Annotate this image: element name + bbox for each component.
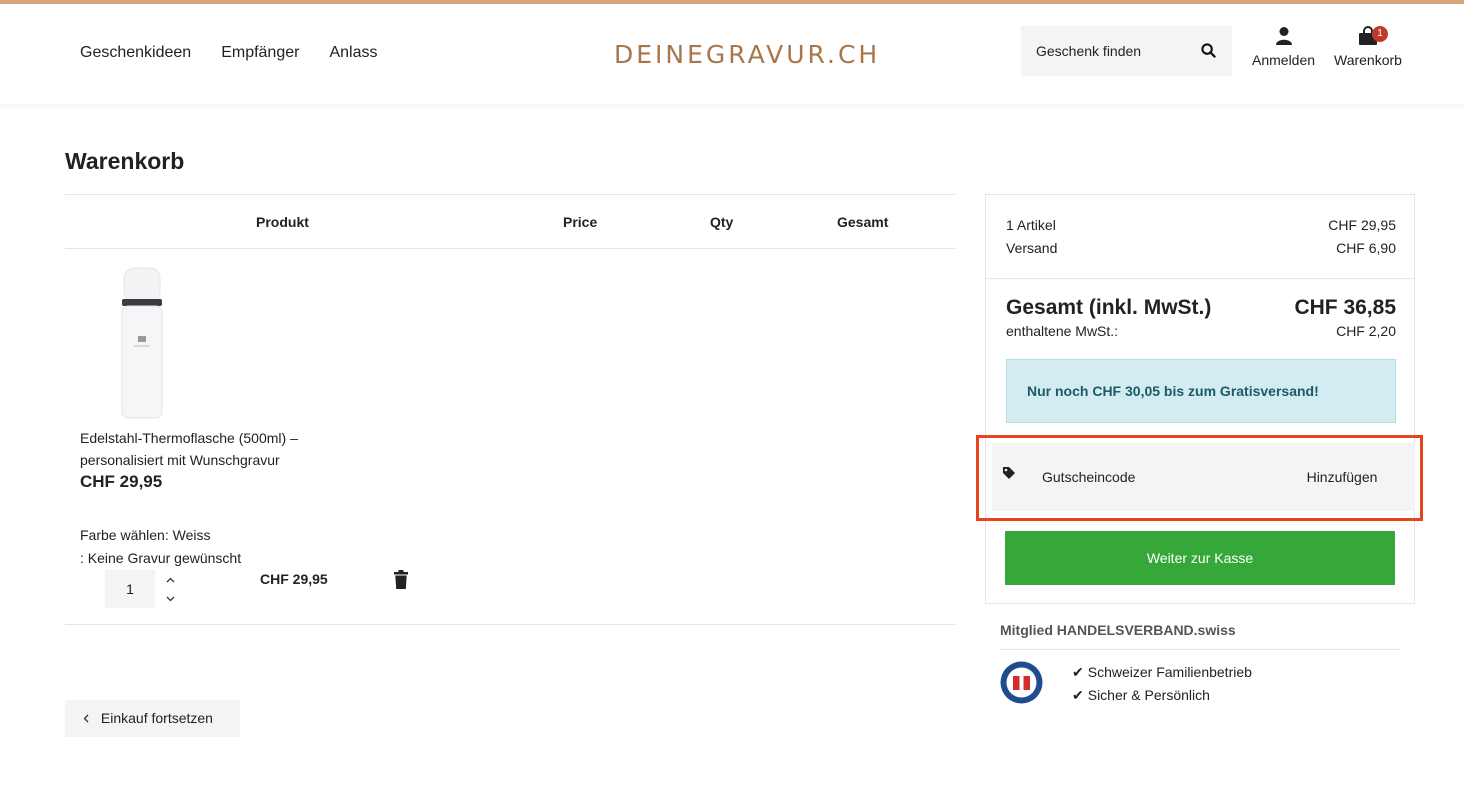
product-price: CHF 29,95 [80,472,163,491]
cart-count-badge: 1 [1372,26,1388,42]
continue-label: Einkauf fortsetzen [100,710,213,726]
continue-shopping-button[interactable]: Einkauf fortsetzen [65,700,240,737]
search-placeholder: Geschenk finden [1036,43,1142,59]
summary-total: Gesamt (inkl. MwSt.) CHF 36,85 [1006,296,1396,320]
col-qty: Qty [710,214,734,230]
checkout-button[interactable]: Weiter zur Kasse [1005,531,1395,585]
chevron-down-icon[interactable] [160,589,180,608]
summary-vat: enthaltene MwSt.: CHF 2,20 [1006,323,1396,339]
search-icon[interactable] [1201,43,1216,58]
login-label: Anmelden [1252,52,1316,68]
page-title: Warenkorb [65,148,185,174]
chevron-left-icon [83,710,93,726]
col-total: Gesamt [837,214,889,230]
nav-item-geschenkideen[interactable]: Geschenkideen [80,44,191,62]
product-image[interactable] [112,266,172,422]
quantity-stepper [160,570,180,608]
summary-articles: 1 Artikel CHF 29,95 [1006,217,1396,233]
chevron-up-icon[interactable] [160,570,180,589]
shipping-value: CHF 6,90 [1336,240,1396,256]
option-engraving: : Keine Gravur gewünscht [80,550,242,566]
vat-value: CHF 2,20 [1336,323,1396,339]
col-price: Price [563,214,598,230]
site-header: Geschenkideen Empfänger Anlass DEINEGRAV… [0,4,1464,104]
nav-item-anlass[interactable]: Anlass [329,44,377,62]
member-divider [1000,649,1400,650]
main-nav: Geschenkideen Empfänger Anlass [80,44,377,62]
trust-point-2: ✔ Sicher & Persönlich [1072,687,1210,703]
checkmark-icon: ✔ [1072,687,1084,703]
articles-label: 1 Artikel [1006,217,1056,233]
vat-label: enthaltene MwSt.: [1006,323,1119,339]
user-icon [1275,27,1292,45]
free-shipping-notice: Nur noch CHF 30,05 bis zum Gratisversand… [1006,359,1396,423]
option-color: Farbe wählen: Weiss [80,527,211,543]
total-value: CHF 36,85 [1294,296,1396,319]
row-divider [65,624,955,625]
cart-table-header: Produkt Price Qty Gesamt [65,194,955,249]
product-options: Farbe wählen: Weiss : Keine Gravur gewün… [80,524,241,570]
shipping-label: Versand [1006,240,1058,256]
nav-item-empfaenger[interactable]: Empfänger [221,44,299,62]
cart-label: Warenkorb [1334,52,1402,68]
row-total: CHF 29,95 [260,571,328,587]
member-title: Mitglied HANDELSVERBAND.swiss [1000,622,1236,638]
login-button[interactable]: Anmelden [1252,26,1315,68]
cart-button[interactable]: 1 Warenkorb [1334,26,1402,68]
site-logo[interactable]: DEINEGRAVUR.CH [614,40,880,69]
articles-value: CHF 29,95 [1328,217,1396,233]
col-product: Produkt [256,214,309,230]
summary-shipping: Versand CHF 6,90 [1006,240,1396,256]
swiss-online-garantie-seal[interactable] [1000,661,1043,704]
checkmark-icon: ✔ [1072,664,1084,680]
trash-icon[interactable] [393,570,409,590]
trust-point-1: ✔ Schweizer Familienbetrieb [1072,664,1252,680]
voucher-input[interactable]: Gutscheincode [1028,457,1268,497]
summary-divider [986,278,1414,279]
total-label: Gesamt (inkl. MwSt.) [1006,296,1212,319]
voucher-add-button[interactable]: Hinzufügen [1282,457,1402,497]
tag-icon [1003,467,1015,479]
voucher-form: Gutscheincode Hinzufügen [992,443,1415,511]
quantity-input[interactable]: 1 [105,570,155,608]
search-input[interactable]: Geschenk finden [1021,26,1232,76]
product-name[interactable]: Edelstahl-Thermoflasche (500ml) – person… [80,427,340,471]
